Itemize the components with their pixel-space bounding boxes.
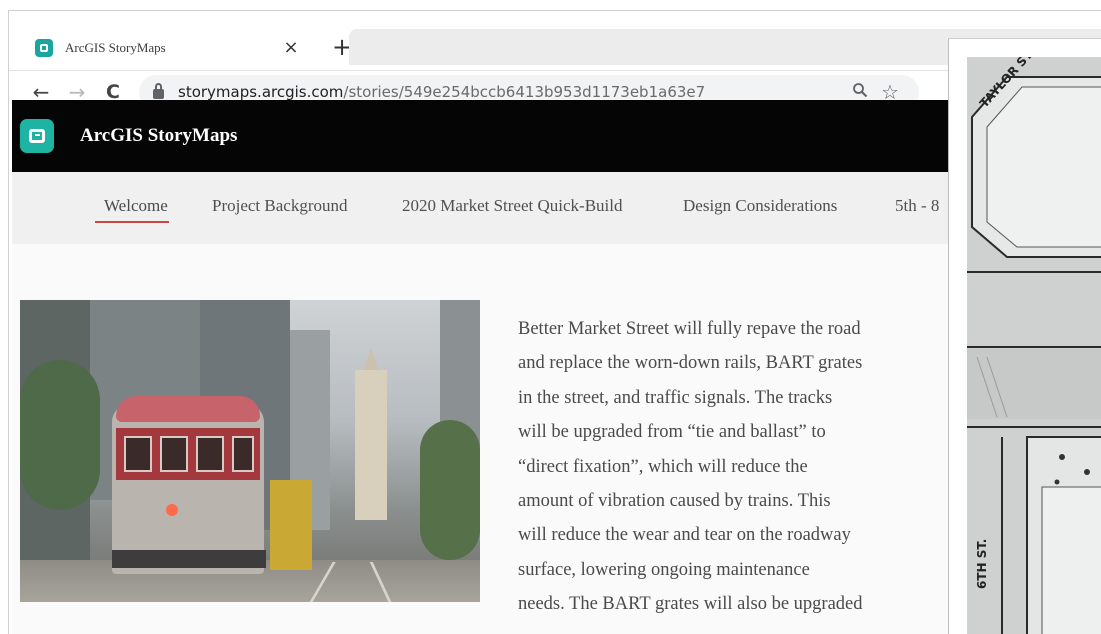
url-host: storymaps.arcgis.com: [178, 83, 344, 101]
story-line: Better Market Street will fully repave t…: [518, 319, 861, 339]
storymaps-logo-icon[interactable]: [20, 119, 54, 153]
hero-photo: [20, 300, 480, 602]
story-nav-design-considerations[interactable]: Design Considerations: [683, 196, 837, 216]
map-label-6th-st: 6TH ST.: [975, 538, 989, 589]
storymaps-favicon-icon: [35, 39, 53, 57]
street-map[interactable]: TAYLOR ST 6TH ST.: [967, 57, 1101, 634]
app-name[interactable]: ArcGIS StoryMaps: [80, 125, 237, 147]
app-header: ArcGIS StoryMaps: [12, 100, 1093, 172]
clock-tower: [355, 370, 387, 520]
story-line: needs. The BART grates will also be upgr…: [518, 594, 863, 615]
story-line: and replace the worn-down rails, BART gr…: [518, 353, 863, 374]
story-line: will be upgraded from “tie and ballast” …: [518, 422, 826, 443]
url-text[interactable]: storymaps.arcgis.com/stories/549e254bccb…: [178, 83, 845, 101]
map-window: TAYLOR ST 6TH ST.: [948, 38, 1101, 634]
story-nav-5th-8th[interactable]: 5th - 8: [895, 196, 939, 216]
lock-icon: [153, 83, 164, 99]
story-line: “direct fixation”, which will reduce the: [518, 456, 808, 477]
story-paragraph: Better Market Street will fully repave t…: [518, 312, 958, 622]
tab-strip: ArcGIS StoryMaps × +: [9, 11, 1101, 71]
story-nav-welcome[interactable]: Welcome: [104, 196, 168, 216]
story-line: will reduce the wear and tear on the roa…: [518, 525, 851, 546]
story-line: surface, lowering ongoing maintenance: [518, 559, 810, 580]
active-tab-underline: [95, 221, 169, 223]
story-line: amount of vibration caused by trains. Th…: [518, 491, 831, 512]
tab-title: ArcGIS StoryMaps: [65, 40, 166, 55]
browser-tab[interactable]: ArcGIS StoryMaps ×: [21, 29, 317, 67]
story-nav-quick-build[interactable]: 2020 Market Street Quick-Build: [402, 196, 623, 216]
story-navigation: Welcome Project Background 2020 Market S…: [12, 172, 1093, 244]
close-icon[interactable]: ×: [279, 39, 303, 57]
story-nav-project-background[interactable]: Project Background: [212, 196, 348, 216]
story-line: in the street, and traffic signals. The …: [518, 387, 833, 408]
url-path: /stories/549e254bccb6413b953d1173eb1a63e…: [343, 83, 706, 101]
